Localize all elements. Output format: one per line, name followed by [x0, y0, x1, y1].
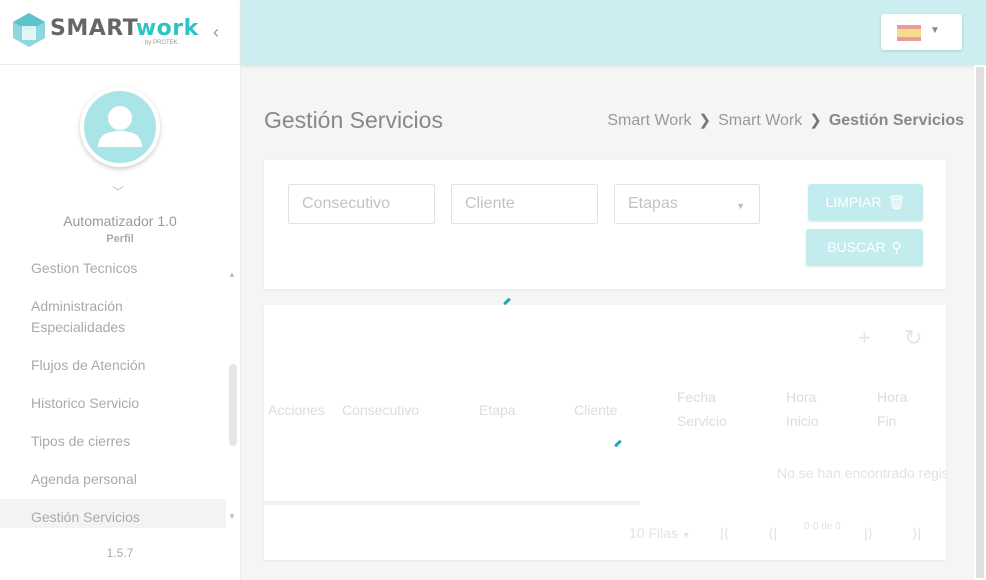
- sidebar-item-tipos-cierres[interactable]: Tipos de cierres: [31, 431, 130, 452]
- consecutivo-input[interactable]: Consecutivo: [288, 184, 435, 224]
- loading-spinner-icon: [614, 439, 622, 448]
- chevron-right-icon: ❯: [809, 112, 822, 129]
- chevron-down-icon[interactable]: ﹀: [112, 183, 124, 200]
- scroll-up-icon[interactable]: ▲: [228, 270, 236, 279]
- breadcrumb-item[interactable]: Smart Work: [718, 112, 802, 129]
- column-header-etapa[interactable]: Etapa: [479, 398, 516, 422]
- user-icon: [98, 106, 142, 147]
- page-scrollbar[interactable]: [974, 65, 986, 580]
- main-content: Gestión Servicios Smart Work ❯ Smart Work ❯…: [241, 65, 974, 580]
- profile: ﹀ Automatizador 1.0 Perfil: [0, 65, 240, 265]
- brand-sub: by PROTEK: [145, 40, 178, 46]
- profile-role: Perfil: [106, 233, 134, 245]
- profile-name: Automatizador 1.0: [63, 213, 177, 229]
- sidebar-scrollbar[interactable]: [229, 364, 237, 446]
- collapse-sidebar-button[interactable]: ‹: [206, 22, 226, 42]
- breadcrumb-item[interactable]: Smart Work: [607, 112, 691, 129]
- sidebar-item-gestion-servicios[interactable]: Gestión Servicios: [31, 507, 140, 528]
- column-header-hora-inicio[interactable]: Hora Inicio: [786, 385, 819, 433]
- sidebar-item-historico[interactable]: Historico Servicio: [31, 393, 139, 414]
- language-selector[interactable]: ▼: [881, 14, 962, 50]
- column-header-line: Servicio: [677, 413, 727, 429]
- next-page-icon[interactable]: |⟩: [864, 525, 873, 542]
- filter-card: Consecutivo Cliente Etapas ▼ LIMPIAR 🗑 BU…: [264, 160, 946, 289]
- scroll-down-icon[interactable]: ▼: [228, 512, 236, 521]
- horizontal-scrollbar[interactable]: [264, 501, 640, 505]
- search-icon: ⚲: [891, 239, 902, 255]
- sidebar-item-flujos[interactable]: Flujos de Atención: [31, 355, 145, 376]
- services-table: + ↻ Acciones Consecutivo Etapa Cliente F…: [264, 305, 947, 560]
- column-header-line: Inicio: [786, 413, 819, 429]
- clear-button-label: LIMPIAR: [825, 194, 882, 210]
- breadcrumb: Smart Work ❯ Smart Work ❯ Gestión Servicios: [607, 111, 964, 130]
- column-header-hora-fin[interactable]: Hora Fin: [877, 385, 907, 433]
- column-header-fecha[interactable]: Fecha Servicio: [677, 385, 727, 433]
- sidebar: SMARTwork by PROTEK ‹ ﹀ Automatizador 1.…: [0, 0, 241, 580]
- chevron-right-icon: ❯: [698, 112, 712, 129]
- rows-per-page-label: 10 Filas: [629, 525, 679, 541]
- app-version: 1.5.7: [106, 546, 134, 560]
- column-header-line: Fecha: [677, 389, 716, 405]
- sidebar-item-administracion[interactable]: Administración: [31, 296, 123, 317]
- page-scrollbar-thumb[interactable]: [976, 67, 984, 578]
- trash-filter-icon: 🗑: [887, 194, 906, 210]
- column-header-cliente[interactable]: Cliente: [574, 398, 618, 422]
- sidebar-menu: Gestion Tecnicos Administración Especial…: [0, 258, 240, 528]
- add-icon[interactable]: +: [858, 325, 871, 351]
- search-button-label: BUSCAR: [827, 239, 886, 255]
- cliente-input[interactable]: Cliente: [451, 184, 598, 224]
- smartwork-logo-icon: [13, 13, 45, 47]
- search-button[interactable]: BUSCAR ⚲: [806, 229, 923, 266]
- sidebar-item-especialidades[interactable]: Especialidades: [31, 317, 125, 338]
- first-page-icon[interactable]: |⟨: [720, 525, 729, 542]
- column-header-line: Fin: [877, 413, 897, 429]
- brand-bar: SMARTwork by PROTEK ‹: [0, 0, 240, 65]
- etapas-select[interactable]: Etapas ▼: [614, 184, 760, 224]
- column-header-line: Hora: [786, 389, 817, 405]
- breadcrumb-current: Gestión Servicios: [828, 112, 964, 129]
- empty-message: No se han encontrado registros: [777, 465, 947, 481]
- caret-down-icon: ▼: [930, 25, 940, 36]
- refresh-icon[interactable]: ↻: [904, 325, 922, 351]
- caret-down-icon: ▼: [736, 201, 745, 211]
- avatar[interactable]: [80, 87, 160, 167]
- sidebar-item-agenda[interactable]: Agenda personal: [31, 469, 137, 490]
- page-title: Gestión Servicios: [264, 107, 443, 133]
- column-header-line: Hora: [877, 389, 908, 405]
- previous-page-icon[interactable]: ⟨|: [768, 525, 777, 542]
- last-page-icon[interactable]: ⟩|: [912, 525, 921, 542]
- column-header-acciones[interactable]: Acciones: [268, 398, 325, 422]
- top-bar: ▼: [241, 0, 986, 65]
- brand-logo-text: SMARTwork: [50, 16, 199, 41]
- page-range: 0-0 de 0: [804, 521, 841, 532]
- spain-flag-icon: [897, 25, 921, 41]
- clear-button[interactable]: LIMPIAR 🗑: [808, 184, 923, 221]
- chevron-left-icon: ‹: [213, 22, 219, 42]
- caret-down-icon: ▼: [681, 530, 691, 540]
- column-header-consecutivo[interactable]: Consecutivo: [342, 398, 419, 422]
- rows-per-page-select[interactable]: 10 Filas ▼: [629, 525, 691, 541]
- sidebar-item-gestion-tecnicos[interactable]: Gestion Tecnicos: [31, 258, 137, 279]
- etapas-select-label: Etapas: [628, 195, 678, 212]
